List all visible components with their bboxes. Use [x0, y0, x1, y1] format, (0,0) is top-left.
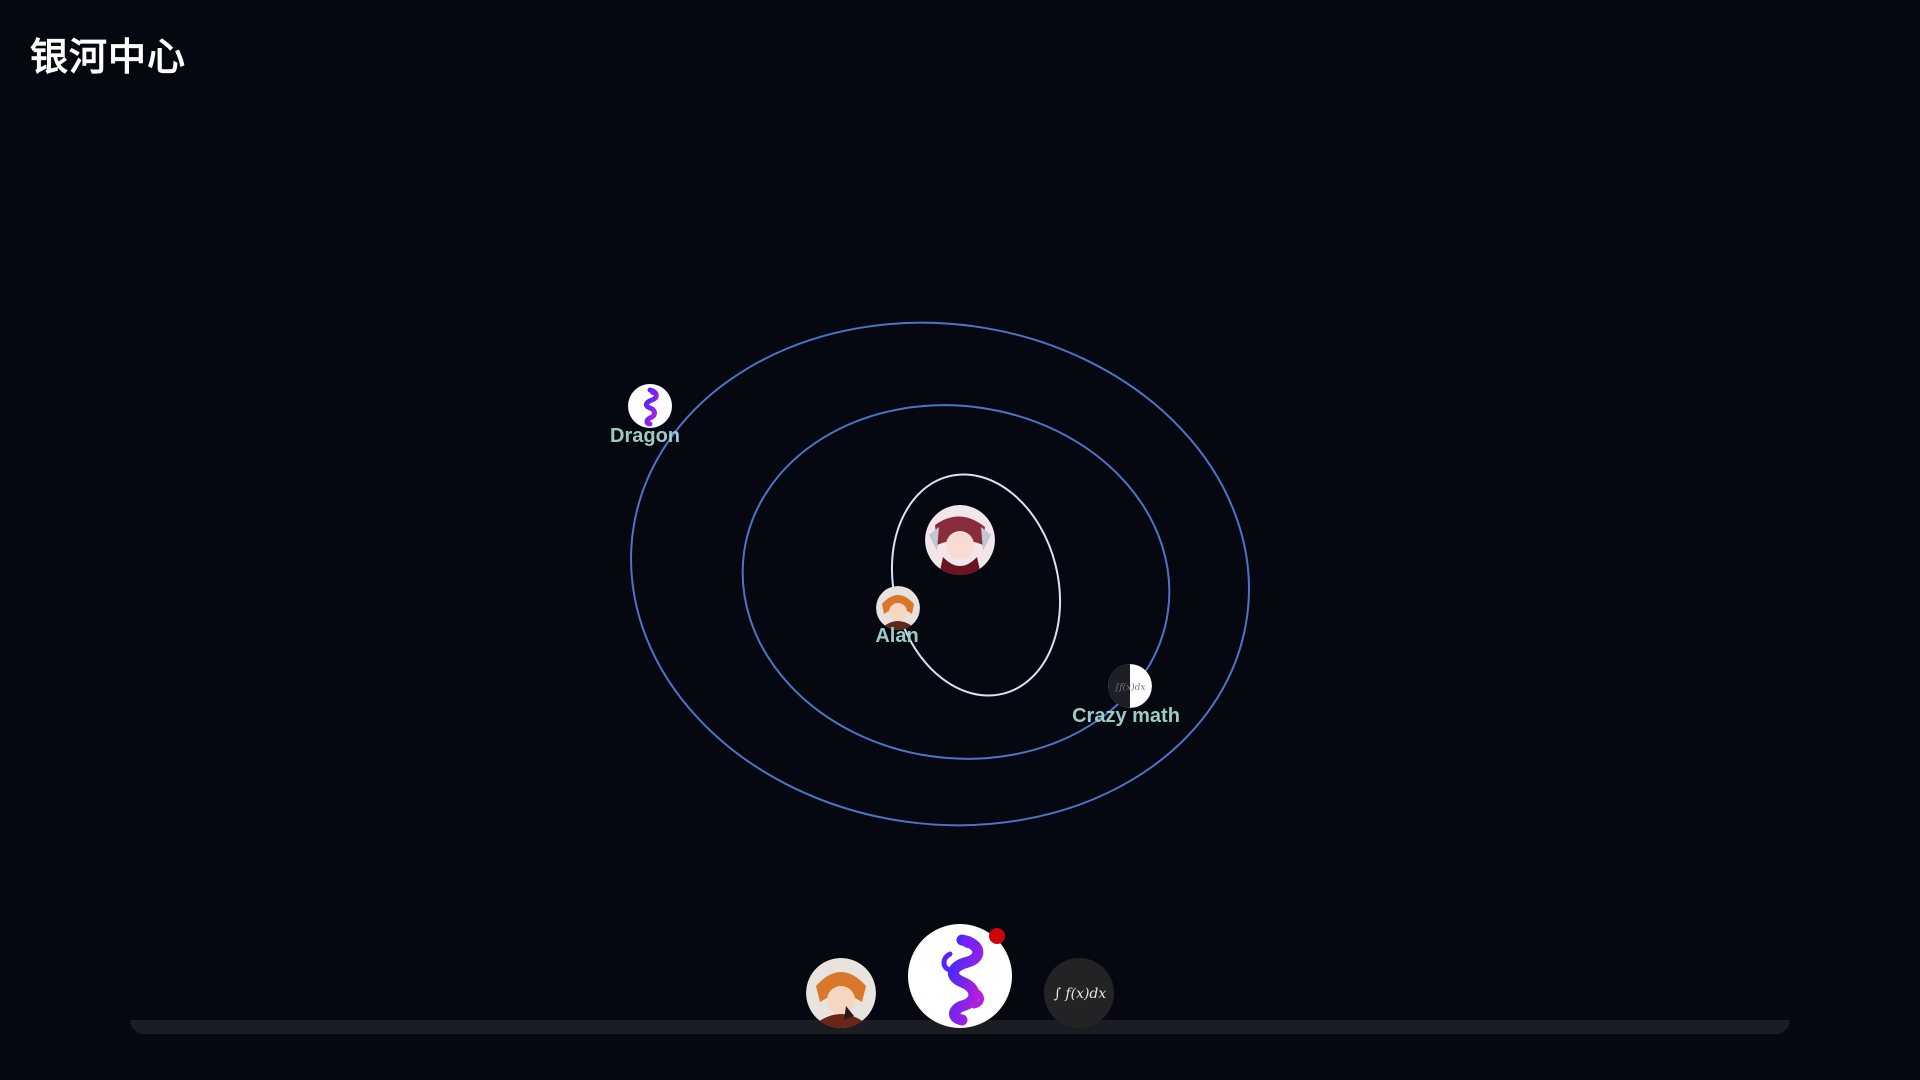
integral-formula-icon: ∫f(x)dx: [1108, 664, 1152, 708]
galaxy-stage: 银河中心 Dragon Alan ∫f(x)dx Crazy math ∫ f(…: [0, 0, 1920, 1080]
anime-girl-avatar-icon: [925, 505, 995, 575]
orange-hair-avatar-icon: [876, 586, 920, 630]
planet-crazy-math[interactable]: ∫f(x)dx: [1108, 664, 1152, 708]
notification-badge: [989, 928, 1005, 944]
planet-label-alan: Alan: [875, 625, 919, 647]
center-avatar[interactable]: [925, 505, 995, 575]
dock-item-alan[interactable]: [806, 958, 876, 1028]
inner-orbit: [890, 473, 1062, 697]
planet-alan[interactable]: [876, 586, 920, 630]
planet-dragon[interactable]: [628, 384, 672, 428]
orange-hair-avatar-icon: [806, 958, 876, 1028]
svg-text:∫f(x)dx: ∫f(x)dx: [1115, 682, 1146, 693]
planet-label-crazy-math: Crazy math: [1072, 705, 1180, 727]
integral-formula-icon: ∫ f(x)dx: [1044, 958, 1114, 1028]
svg-text:∫ f(x)dx: ∫ f(x)dx: [1054, 986, 1107, 1002]
purple-dragon-icon: [643, 387, 659, 427]
outer-orbit: [630, 321, 1250, 827]
planet-label-dragon: Dragon: [610, 425, 680, 447]
dock-item-crazy-math[interactable]: ∫ f(x)dx: [1044, 958, 1114, 1028]
